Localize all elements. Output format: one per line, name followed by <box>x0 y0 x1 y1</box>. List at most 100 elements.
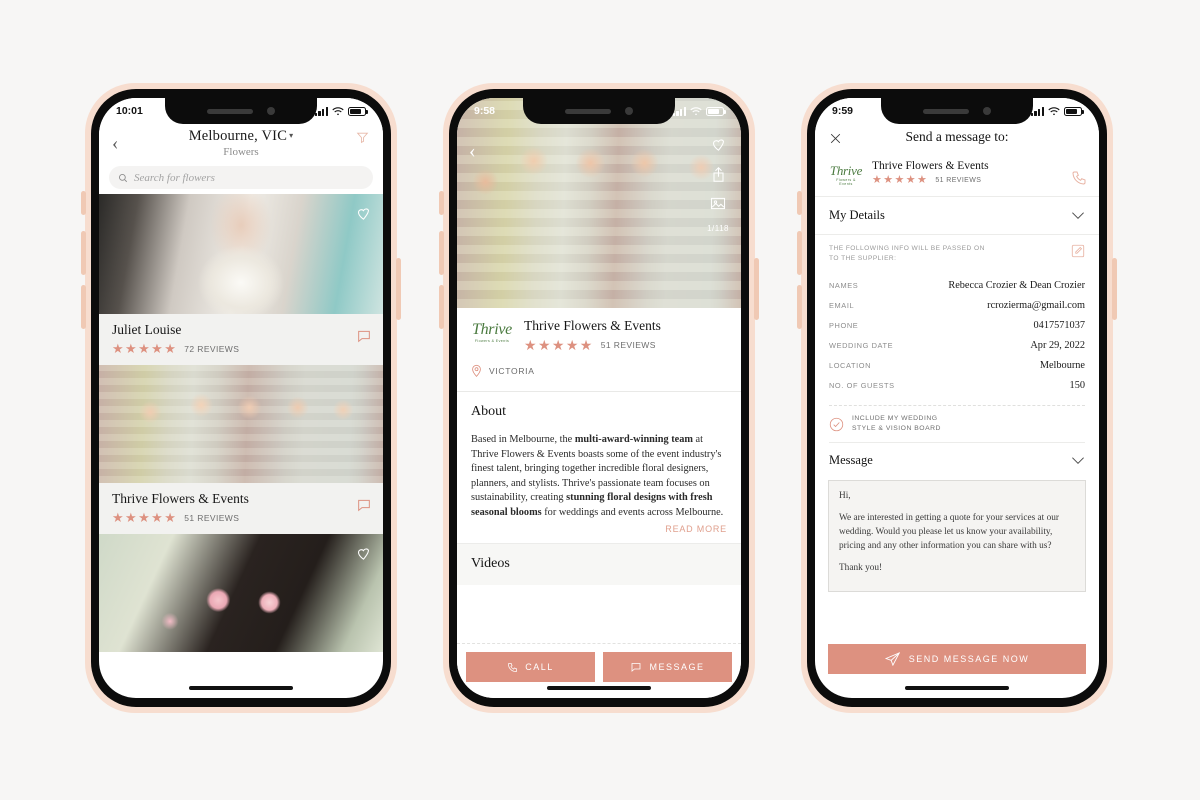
mute-switch[interactable] <box>81 191 86 215</box>
listing-name: Juliet Louise <box>112 322 182 337</box>
chevron-down-icon: ▾ <box>289 131 294 140</box>
message-title: Message <box>829 453 873 468</box>
send-message-button[interactable]: SEND MESSAGE NOW <box>828 644 1086 674</box>
back-chevron-icon[interactable]: ‹ <box>112 134 118 153</box>
volume-up-button[interactable] <box>797 231 802 275</box>
wifi-icon <box>332 106 344 116</box>
volume-down-button[interactable] <box>797 285 802 329</box>
page-title: Melbourne, VIC ▾ <box>113 128 369 145</box>
my-details-accordion-header[interactable]: My Details <box>815 197 1099 235</box>
listing-photo[interactable] <box>99 365 383 483</box>
message-button-label: MESSAGE <box>649 662 705 672</box>
heart-outline-icon[interactable] <box>355 545 372 562</box>
earpiece-speaker <box>565 108 611 114</box>
list-item[interactable]: Thrive Flowers & Events ★★★★★ 51 REVIEWS <box>99 483 383 534</box>
heart-outline-icon[interactable] <box>355 205 372 222</box>
hero-photo[interactable]: ‹ 1/118 <box>457 98 741 308</box>
detail-row-value: 150 <box>1069 379 1085 391</box>
vision-line2: STYLE & VISION BOARD <box>852 425 941 433</box>
bridesmaids-photo <box>99 365 383 483</box>
message-accordion-header[interactable]: Message <box>815 443 1099 473</box>
hero-action-stack: 1/118 <box>707 136 729 233</box>
phone-device-message: Send a message to: Thrive Flowers & Even… <box>797 83 1117 713</box>
location-selector[interactable]: Melbourne, VIC ▾ Flowers <box>113 128 369 158</box>
detail-row-label: WEDDING DATE <box>829 340 894 350</box>
volume-down-button[interactable] <box>439 285 444 329</box>
videos-section: Videos <box>457 543 741 585</box>
phone-icon[interactable] <box>1071 170 1087 186</box>
detail-row-value: Rebecca Crozier & Dean Crozier <box>948 279 1085 291</box>
photo-counter: 1/118 <box>707 224 729 233</box>
home-indicator[interactable] <box>189 686 293 690</box>
message-paragraph: We are interested in getting a quote for… <box>839 513 1059 552</box>
listing-name: Thrive Flowers & Events <box>112 491 249 506</box>
listings-screen-content: ‹ Melbourne, VIC ▾ Flowers Search for fl… <box>99 98 383 698</box>
chevron-down-icon[interactable] <box>1071 211 1085 220</box>
power-button[interactable] <box>396 258 401 320</box>
volume-up-button[interactable] <box>439 231 444 275</box>
power-button[interactable] <box>1112 258 1117 320</box>
list-item[interactable]: Juliet Louise ★★★★★ 72 REVIEWS <box>99 314 383 365</box>
search-input[interactable]: Search for flowers <box>109 166 373 189</box>
home-indicator[interactable] <box>547 686 651 690</box>
home-indicator[interactable] <box>905 686 1009 690</box>
power-button[interactable] <box>754 258 759 320</box>
business-header: Thrive Flowers & Events Thrive Flowers &… <box>457 308 741 352</box>
detail-row-label: PHONE <box>829 320 859 330</box>
message-textarea[interactable]: Hi, We are interested in getting a quote … <box>828 480 1086 593</box>
check-circle-icon <box>829 417 844 432</box>
listing-photo[interactable] <box>99 194 383 314</box>
status-indicators <box>1030 106 1084 116</box>
vision-board-toggle[interactable]: INCLUDE MY WEDDING STYLE & VISION BOARD <box>829 405 1085 444</box>
heart-outline-icon[interactable] <box>710 136 727 153</box>
review-count: 51 REVIEWS <box>600 340 656 350</box>
chevron-down-icon[interactable] <box>1071 456 1085 465</box>
supplier-name: Thrive Flowers & Events <box>872 160 989 172</box>
call-button[interactable]: CALL <box>466 652 595 682</box>
wifi-icon <box>1048 106 1060 116</box>
chat-bubble-icon[interactable] <box>356 497 372 513</box>
phone-bezel: Send a message to: Thrive Flowers & Even… <box>807 89 1107 707</box>
about-paragraph: Based in Melbourne, the multi-award-winn… <box>471 433 727 519</box>
message-button[interactable]: MESSAGE <box>603 652 732 682</box>
phone-screen-profile: ‹ 1/118 Thrive Flowers & Events Thrive F… <box>457 98 741 698</box>
star-rating: ★★★★★ <box>112 341 178 356</box>
gallery-icon[interactable] <box>710 196 726 211</box>
logo-tagline: Flowers & Events <box>836 178 856 186</box>
detail-row: WEDDING DATE Apr 29, 2022 <box>829 335 1085 355</box>
volume-up-button[interactable] <box>81 231 86 275</box>
passed-on-text: THE FOLLOWING INFO WILL BE PASSED ON TO … <box>829 244 985 263</box>
edit-pencil-icon[interactable] <box>1071 244 1085 258</box>
phone-bezel: ‹ Melbourne, VIC ▾ Flowers Search for fl… <box>91 89 391 707</box>
filter-funnel-icon[interactable] <box>356 131 369 144</box>
read-more-link[interactable]: READ MORE <box>457 519 741 543</box>
mute-switch[interactable] <box>797 191 802 215</box>
mute-switch[interactable] <box>439 191 444 215</box>
back-chevron-icon[interactable]: ‹ <box>469 140 476 163</box>
send-button-label: SEND MESSAGE NOW <box>908 654 1030 664</box>
logo-wordmark: Thrive <box>829 163 863 178</box>
listing-photo[interactable] <box>99 534 383 652</box>
thrive-logo: Thrive Flowers & Events <box>471 318 513 344</box>
message-paragraph: Hi, <box>839 491 851 502</box>
share-icon[interactable] <box>711 166 726 183</box>
rating-row: ★★★★★ 72 REVIEWS <box>112 342 370 355</box>
detail-row-value: 0417571037 <box>1033 319 1085 331</box>
star-rating: ★★★★★ <box>112 510 178 525</box>
about-title: About <box>471 404 506 419</box>
business-name: Thrive Flowers & Events <box>524 318 661 333</box>
close-x-icon[interactable] <box>829 132 842 145</box>
detail-row: NO. OF GUESTS 150 <box>829 375 1085 395</box>
paper-plane-icon <box>884 652 900 666</box>
chat-bubble-icon[interactable] <box>356 328 372 344</box>
profile-screen-content: ‹ 1/118 Thrive Flowers & Events Thrive F… <box>457 98 741 698</box>
message-paragraph: Thank you! <box>839 563 883 574</box>
detail-row: EMAIL rcrozierma@gmail.com <box>829 295 1085 315</box>
page-title: Send a message to: <box>905 129 1009 144</box>
volume-down-button[interactable] <box>81 285 86 329</box>
logo-wordmark: Thrive <box>472 321 512 338</box>
about-bold-run: multi-award-winning team <box>574 434 693 445</box>
detail-row: LOCATION Melbourne <box>829 355 1085 375</box>
passed-on-notice: THE FOLLOWING INFO WILL BE PASSED ON TO … <box>815 235 1099 272</box>
status-indicators <box>672 106 726 116</box>
